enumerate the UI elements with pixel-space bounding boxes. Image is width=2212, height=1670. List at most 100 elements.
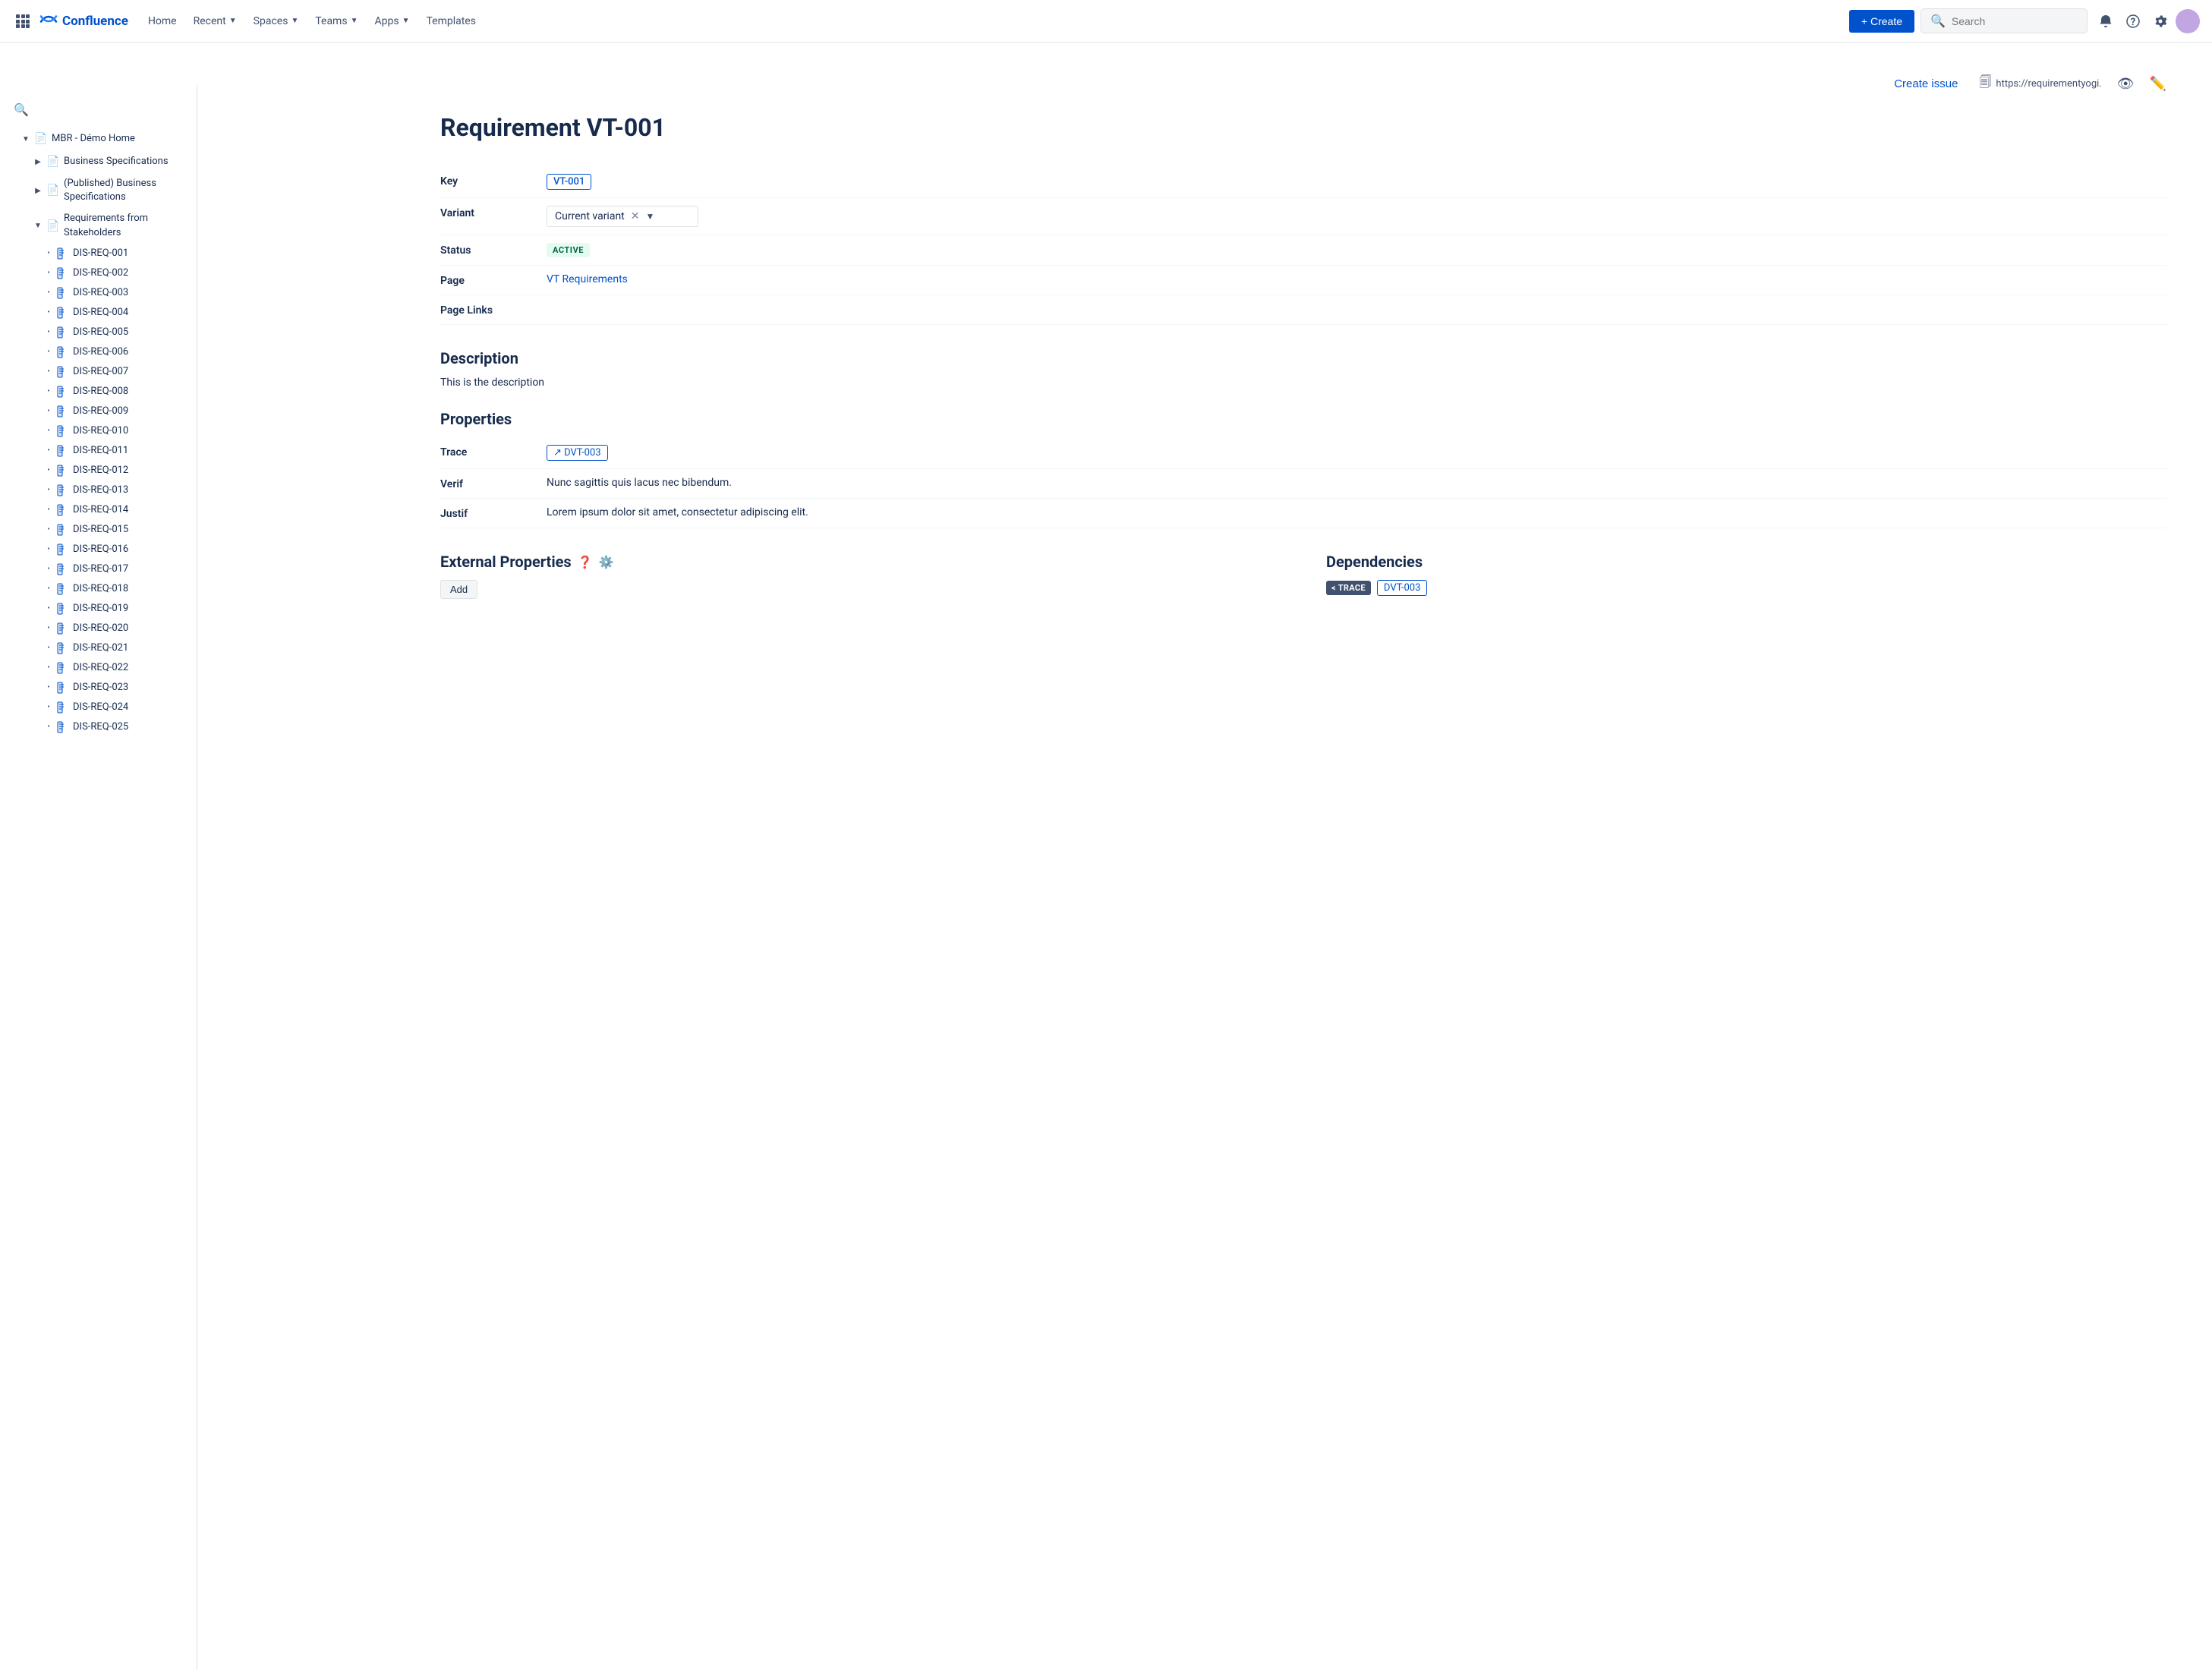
sidebar-item-dis-req-015[interactable]: • DIS-REQ-015	[0, 520, 197, 540]
req-icon	[56, 405, 70, 418]
create-issue-button[interactable]: Create issue	[1885, 73, 1967, 95]
sidebar-item-dis-req-013[interactable]: • DIS-REQ-013	[0, 481, 197, 500]
sidebar-item-dis-req-004[interactable]: • DIS-REQ-004	[0, 303, 197, 323]
sidebar-item-label: DIS-REQ-009	[73, 405, 128, 417]
sidebar-item-dis-req-022[interactable]: • DIS-REQ-022	[0, 658, 197, 678]
bullet-icon: •	[43, 466, 55, 474]
trace-badge[interactable]: ↗ DVT-003	[547, 445, 608, 461]
req-icon	[56, 247, 70, 260]
url-copy-area: 🗐 https://requirementyogi.	[1979, 74, 2101, 94]
nav-templates[interactable]: Templates	[418, 11, 484, 32]
req-icon	[56, 424, 70, 438]
bullet-icon: •	[43, 348, 55, 356]
sidebar-item-dis-req-012[interactable]: • DIS-REQ-012	[0, 461, 197, 481]
grid-icon[interactable]	[12, 11, 33, 32]
sidebar-item-dis-req-014[interactable]: • DIS-REQ-014	[0, 500, 197, 520]
key-badge[interactable]: VT-001	[547, 174, 591, 190]
status-value: ACTIVE	[547, 243, 2166, 257]
bullet-icon: •	[43, 525, 55, 534]
nav-spaces[interactable]: Spaces ▼	[246, 11, 307, 32]
sidebar-search-icon[interactable]: 🔍	[9, 97, 33, 121]
chevron-down-icon: ▼	[30, 219, 46, 234]
confluence-logo[interactable]: Confluence	[39, 10, 128, 32]
sidebar-item-dis-req-020[interactable]: • DIS-REQ-020	[0, 619, 197, 638]
url-text: https://requirementyogi.	[1996, 78, 2101, 90]
page-icon: 📄	[46, 183, 61, 198]
edit-icon[interactable]: ✏️	[2150, 76, 2166, 92]
sidebar-item-published-specs[interactable]: ▶ 📄 (Published) Business Specifications	[0, 173, 197, 208]
avatar[interactable]	[2176, 9, 2200, 33]
sidebar-item-label: DIS-REQ-018	[73, 583, 128, 594]
description-title: Description	[440, 349, 2166, 367]
sidebar-item-dis-req-002[interactable]: • DIS-REQ-002	[0, 263, 197, 283]
bullet-icon: •	[43, 683, 55, 692]
sidebar-item-mbr-demo[interactable]: ▼ 📄 MBR - Démo Home	[0, 128, 197, 150]
chevron-down-icon: ▼	[402, 17, 410, 25]
sidebar-item-dis-req-001[interactable]: • DIS-REQ-001	[0, 244, 197, 263]
sidebar-item-dis-req-007[interactable]: • DIS-REQ-007	[0, 362, 197, 382]
nav-recent[interactable]: Recent ▼	[186, 11, 244, 32]
add-button[interactable]: Add	[440, 580, 477, 599]
gear-icon[interactable]: ⚙️	[599, 555, 614, 569]
sidebar-item-dis-req-018[interactable]: • DIS-REQ-018	[0, 579, 197, 599]
variant-clear-icon[interactable]: ✕	[631, 210, 640, 222]
page-icon: 📄	[46, 154, 61, 169]
bullet-icon: •	[43, 584, 55, 593]
sidebar-item-label: DIS-REQ-020	[73, 622, 128, 634]
nav-teams[interactable]: Teams ▼	[307, 11, 365, 32]
sidebar-item-dis-req-024[interactable]: • DIS-REQ-024	[0, 698, 197, 717]
sidebar-item-reqs-from-stakeholders[interactable]: ▼ 📄 Requirements from Stakeholders	[0, 208, 197, 243]
copy-icon[interactable]: 🗐	[1979, 74, 1991, 94]
verif-label: Verif	[440, 477, 547, 490]
sidebar-item-label: DIS-REQ-007	[73, 366, 128, 377]
sidebar-item-dis-req-009[interactable]: • DIS-REQ-009	[0, 402, 197, 421]
dependencies-col: Dependencies < TRACE DVT-003	[1326, 553, 2166, 599]
variant-select[interactable]: Current variant ✕ ▼	[547, 206, 698, 227]
sidebar-item-dis-req-006[interactable]: • DIS-REQ-006	[0, 342, 197, 362]
status-label: Status	[440, 243, 547, 257]
notifications-icon[interactable]	[2094, 9, 2118, 33]
sidebar-item-dis-req-023[interactable]: • DIS-REQ-023	[0, 678, 197, 698]
justif-row: Justif Lorem ipsum dolor sit amet, conse…	[440, 499, 2166, 528]
req-icon	[56, 602, 70, 616]
help-circle-icon[interactable]: ❓	[578, 555, 593, 569]
create-button[interactable]: + Create	[1849, 10, 1914, 33]
bullet-icon: •	[43, 269, 55, 277]
variant-row: Variant Current variant ✕ ▼	[440, 198, 2166, 235]
sidebar-item-dis-req-017[interactable]: • DIS-REQ-017	[0, 559, 197, 579]
sidebar-item-dis-req-019[interactable]: • DIS-REQ-019	[0, 599, 197, 619]
req-icon	[56, 306, 70, 320]
bullet-icon: •	[43, 703, 55, 711]
view-icon[interactable]: 👁	[2117, 76, 2135, 92]
sidebar-item-dis-req-025[interactable]: • DIS-REQ-025	[0, 717, 197, 737]
dependency-row: < TRACE DVT-003	[1326, 580, 2166, 596]
sidebar-search: 🔍	[0, 94, 197, 128]
bullet-icon: •	[43, 506, 55, 514]
description-text: This is the description	[440, 377, 2166, 389]
sidebar-item-dis-req-010[interactable]: • DIS-REQ-010	[0, 421, 197, 441]
bullet-icon: •	[43, 328, 55, 336]
sidebar-item-dis-req-011[interactable]: • DIS-REQ-011	[0, 441, 197, 461]
sidebar-item-dis-req-021[interactable]: • DIS-REQ-021	[0, 638, 197, 658]
settings-icon[interactable]	[2148, 9, 2173, 33]
vt-requirements-link[interactable]: VT Requirements	[547, 273, 628, 285]
nav-home[interactable]: Home	[140, 11, 184, 32]
sidebar-item-dis-req-016[interactable]: • DIS-REQ-016	[0, 540, 197, 559]
sidebar-item-label: DIS-REQ-022	[73, 662, 128, 673]
sidebar-item-business-specs[interactable]: ▶ 📄 Business Specifications	[0, 150, 197, 173]
sidebar-item-dis-req-003[interactable]: • DIS-REQ-003	[0, 283, 197, 303]
sidebar-item-dis-req-008[interactable]: • DIS-REQ-008	[0, 382, 197, 402]
page-icon: 📄	[33, 131, 49, 147]
search-box[interactable]: 🔍	[1921, 8, 2088, 33]
sidebar-item-label: DIS-REQ-003	[73, 287, 128, 298]
dep-id-badge[interactable]: DVT-003	[1377, 580, 1427, 596]
sidebar-item-dis-req-005[interactable]: • DIS-REQ-005	[0, 323, 197, 342]
search-input[interactable]	[1952, 15, 2073, 27]
req-icon	[56, 720, 70, 734]
bullet-icon: •	[43, 663, 55, 672]
nav-apps[interactable]: Apps ▼	[367, 11, 417, 32]
req-icon	[56, 681, 70, 695]
sidebar-item-label: DIS-REQ-016	[73, 544, 128, 555]
req-icon	[56, 562, 70, 576]
help-icon[interactable]: ?	[2121, 9, 2145, 33]
